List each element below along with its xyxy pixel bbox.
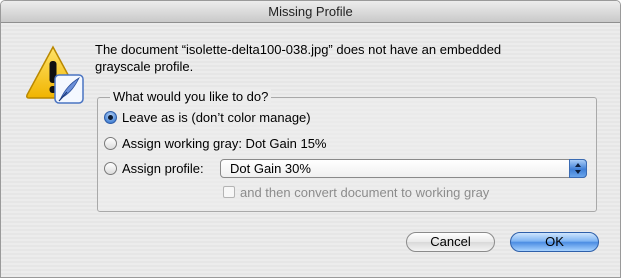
convert-checkbox-row: and then convert document to working gra… bbox=[223, 184, 489, 200]
chevron-down-icon bbox=[575, 170, 581, 174]
message-line-1: The document “isolette-delta100-038.jpg”… bbox=[95, 42, 502, 57]
dialog-message: The document “isolette-delta100-038.jpg”… bbox=[95, 41, 595, 75]
radio-button-selected[interactable] bbox=[104, 110, 117, 124]
message-line-2: grayscale profile. bbox=[95, 59, 194, 74]
warning-triangle-icon bbox=[26, 45, 84, 104]
radio-label-leave-as-is: Leave as is (don’t color manage) bbox=[122, 109, 311, 125]
feather-icon bbox=[54, 74, 84, 104]
radio-leave-as-is[interactable]: Leave as is (don’t color manage) bbox=[104, 108, 311, 126]
radio-label-assign-profile: Assign profile: bbox=[122, 160, 204, 176]
select-arrows-icon[interactable] bbox=[569, 159, 587, 178]
radio-assign-working-gray[interactable]: Assign working gray: Dot Gain 15% bbox=[104, 134, 326, 152]
window-title: Missing Profile bbox=[268, 4, 353, 19]
radio-assign-profile[interactable]: Assign profile: bbox=[104, 159, 204, 177]
ok-button[interactable]: OK bbox=[510, 232, 599, 252]
options-group-legend: What would you like to do? bbox=[110, 89, 272, 104]
cancel-button[interactable]: Cancel bbox=[406, 232, 495, 252]
missing-profile-dialog: Missing Profile The document “isolette-d… bbox=[0, 0, 621, 278]
convert-checkbox-label: and then convert document to working gra… bbox=[240, 184, 490, 200]
radio-button[interactable] bbox=[104, 161, 117, 175]
radio-button[interactable] bbox=[104, 136, 117, 150]
radio-label-assign-working-gray: Assign working gray: Dot Gain 15% bbox=[122, 135, 327, 151]
title-bar[interactable]: Missing Profile bbox=[1, 1, 620, 23]
profile-select[interactable]: Dot Gain 30% bbox=[220, 159, 587, 178]
chevron-up-icon bbox=[575, 163, 581, 167]
profile-select-value: Dot Gain 30% bbox=[230, 161, 311, 176]
convert-checkbox bbox=[223, 186, 235, 198]
